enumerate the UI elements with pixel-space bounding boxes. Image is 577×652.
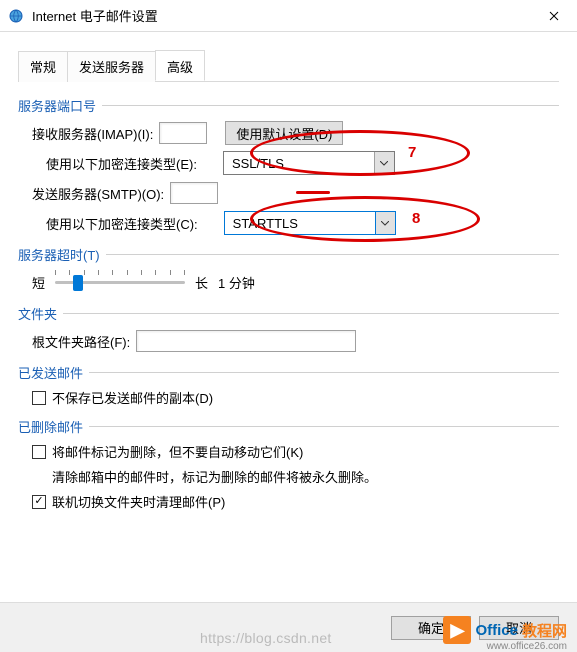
logo-text-2: 教程网 bbox=[522, 620, 567, 641]
smtp-port-input[interactable] bbox=[170, 182, 218, 204]
logo-icon: ▶ bbox=[443, 616, 471, 644]
tab-strip: 常规 发送服务器 高级 bbox=[18, 50, 559, 82]
nosave-sent-checkbox[interactable] bbox=[32, 391, 46, 405]
smtp-encryption-value: STARTTLS bbox=[225, 216, 375, 231]
group-label: 已发送邮件 bbox=[18, 363, 559, 382]
deleted-note: 清除邮箱中的邮件时，标记为删除的邮件将被永久删除。 bbox=[52, 467, 559, 486]
imap-encryption-select[interactable]: SSL/TLS bbox=[223, 151, 395, 175]
imap-port-label: 接收服务器(IMAP)(I): bbox=[32, 124, 153, 143]
smtp-encryption-select[interactable]: STARTTLS bbox=[224, 211, 396, 235]
titlebar: Internet 电子邮件设置 bbox=[0, 0, 577, 32]
purge-checkbox[interactable]: ✓ bbox=[32, 495, 46, 509]
smtp-encryption-label: 使用以下加密连接类型(C): bbox=[46, 214, 198, 233]
window-title: Internet 电子邮件设置 bbox=[32, 6, 531, 25]
tab-outgoing[interactable]: 发送服务器 bbox=[67, 51, 155, 82]
brand-logo: ▶ Office教程网 www.office26.com bbox=[443, 616, 567, 644]
mark-deleted-checkbox[interactable] bbox=[32, 445, 46, 459]
chevron-down-icon bbox=[375, 212, 395, 234]
group-deleted: 已删除邮件 将邮件标记为删除，但不要自动移动它们(K) 清除邮箱中的邮件时，标记… bbox=[18, 417, 559, 511]
use-defaults-button[interactable]: 使用默认设置(D) bbox=[225, 121, 343, 145]
group-timeout: 服务器超时(T) 短 长 1 分钟 bbox=[18, 245, 559, 294]
logo-text-1: Office bbox=[475, 622, 518, 639]
close-button[interactable] bbox=[531, 0, 577, 32]
timeout-long-label: 长 bbox=[195, 273, 208, 292]
group-label: 文件夹 bbox=[18, 304, 559, 323]
app-icon bbox=[8, 8, 24, 24]
group-folders: 文件夹 根文件夹路径(F): bbox=[18, 304, 559, 353]
group-label: 服务器端口号 bbox=[18, 96, 559, 115]
group-sent: 已发送邮件 不保存已发送邮件的副本(D) bbox=[18, 363, 559, 407]
imap-encryption-label: 使用以下加密连接类型(E): bbox=[46, 154, 197, 173]
smtp-port-label: 发送服务器(SMTP)(O): bbox=[32, 184, 164, 203]
group-server-ports: 服务器端口号 接收服务器(IMAP)(I): 使用默认设置(D) 使用以下加密连… bbox=[18, 96, 559, 235]
root-folder-label: 根文件夹路径(F): bbox=[32, 332, 130, 351]
root-folder-input[interactable] bbox=[136, 330, 356, 352]
imap-encryption-value: SSL/TLS bbox=[224, 156, 374, 171]
timeout-short-label: 短 bbox=[32, 273, 45, 292]
close-icon bbox=[549, 11, 559, 21]
imap-port-input[interactable] bbox=[159, 122, 207, 144]
chevron-down-icon bbox=[374, 152, 394, 174]
watermark-text: https://blog.csdn.net bbox=[200, 630, 332, 646]
timeout-value: 1 分钟 bbox=[218, 273, 255, 292]
tab-advanced[interactable]: 高级 bbox=[155, 50, 205, 81]
purge-label: 联机切换文件夹时清理邮件(P) bbox=[52, 492, 225, 511]
mark-deleted-label: 将邮件标记为删除，但不要自动移动它们(K) bbox=[52, 442, 303, 461]
dialog-content: 常规 发送服务器 高级 服务器端口号 接收服务器(IMAP)(I): 使用默认设… bbox=[0, 32, 577, 531]
timeout-slider[interactable] bbox=[55, 270, 185, 294]
nosave-sent-label: 不保存已发送邮件的副本(D) bbox=[52, 388, 213, 407]
group-label: 已删除邮件 bbox=[18, 417, 559, 436]
group-label: 服务器超时(T) bbox=[18, 245, 559, 264]
logo-subtitle: www.office26.com bbox=[487, 641, 567, 652]
tab-general[interactable]: 常规 bbox=[18, 51, 67, 82]
